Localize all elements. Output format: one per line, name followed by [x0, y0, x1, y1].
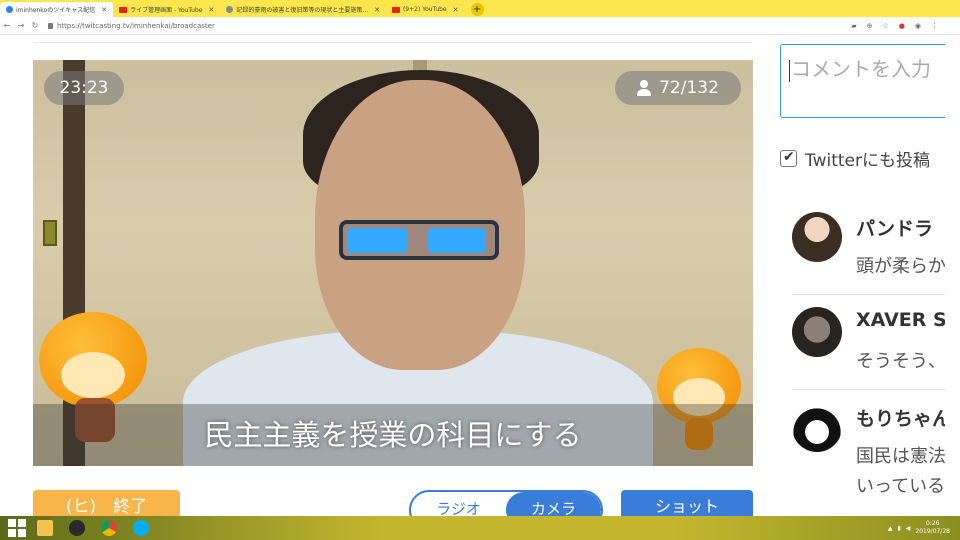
- tab-title: (9+2) YouTube: [402, 6, 447, 13]
- tab-youtube-live[interactable]: ライブ管理画面 - YouTube ✕: [113, 2, 220, 17]
- reload-icon[interactable]: ↻: [28, 21, 42, 30]
- video-scene-lens-right: [428, 228, 486, 253]
- viewer-count-badge: 72/132: [615, 71, 741, 105]
- end-broadcast-button[interactable]: (ヒ) 終了: [33, 490, 180, 516]
- comment-text: 国民は憲法 いっている: [856, 446, 945, 497]
- menu-dots-icon[interactable]: ⋮: [931, 22, 938, 30]
- tab-title: ライブ管理画面 - YouTube: [130, 7, 203, 14]
- back-arrow-icon[interactable]: ←: [0, 21, 14, 30]
- user-avatar[interactable]: [792, 212, 842, 262]
- address-bar[interactable]: https://twitcasting.tv/iminhenkai/broadc…: [48, 19, 851, 32]
- windows-taskbar: ▲ ▮ ◀ 0:26 2019/07/28: [0, 516, 960, 540]
- user-avatar[interactable]: [792, 402, 842, 452]
- twitter-checkbox-label: Twitterにも投稿: [805, 151, 930, 171]
- chrome-icon[interactable]: [96, 517, 122, 539]
- comment-author[interactable]: XAVER S: [856, 309, 945, 331]
- person-icon: [637, 80, 652, 96]
- close-tab-icon[interactable]: ✕: [101, 6, 107, 14]
- tray-arrow-icon[interactable]: ▲: [888, 525, 893, 532]
- comment-placeholder: コメントを入力: [791, 57, 931, 81]
- divider: [34, 42, 752, 43]
- web-favicon-icon: [226, 6, 234, 13]
- forward-arrow-icon[interactable]: →: [14, 21, 28, 30]
- obs-icon[interactable]: [64, 517, 90, 539]
- tab-twitcasting[interactable]: iminhenkoのツイキャス配信 ✕: [0, 2, 114, 17]
- close-tab-icon[interactable]: ✕: [374, 6, 380, 14]
- close-tab-icon[interactable]: ✕: [453, 6, 459, 14]
- user-avatar[interactable]: [792, 307, 842, 357]
- comment-divider: [792, 389, 945, 390]
- youtube-favicon-icon: [119, 6, 128, 13]
- cast-icon[interactable]: ▰: [851, 22, 856, 30]
- comment-divider: [792, 294, 945, 295]
- tab-news[interactable]: 記録的豪雨の被害と復旧策等の現状と主要施策... ✕: [220, 2, 386, 17]
- url-text: https://twitcasting.tv/iminhenkai/broadc…: [57, 21, 215, 30]
- zoom-icon[interactable]: ⊕: [867, 22, 873, 30]
- mode-toggle[interactable]: ラジオ カメラ: [409, 490, 603, 516]
- youtube-favicon-icon: [391, 6, 400, 13]
- file-explorer-icon[interactable]: [32, 517, 58, 539]
- clock-date: 2019/07/28: [915, 528, 950, 535]
- close-tab-icon[interactable]: ✕: [208, 6, 214, 14]
- system-tray: ▲ ▮ ◀ 0:26 2019/07/28: [888, 520, 960, 536]
- bookmark-star-icon[interactable]: ☆: [883, 22, 889, 30]
- tab-youtube[interactable]: (9+2) YouTube ✕: [386, 2, 465, 17]
- tab-title: iminhenkoのツイキャス配信: [16, 7, 96, 14]
- extension-icon[interactable]: ●: [899, 22, 905, 30]
- volume-slider-handle[interactable]: [43, 220, 57, 246]
- network-icon[interactable]: ▮: [897, 525, 900, 532]
- shot-button[interactable]: ショット: [621, 490, 753, 516]
- browser-tab-strip: iminhenkoのツイキャス配信 ✕ ライブ管理画面 - YouTube ✕ …: [0, 0, 960, 17]
- comment-author[interactable]: もりちゃん: [856, 404, 945, 431]
- comment-input[interactable]: コメントを入力: [780, 44, 945, 118]
- radio-mode-option[interactable]: ラジオ: [411, 492, 506, 516]
- elapsed-time-badge: 23:23: [44, 71, 124, 105]
- live-video-preview: 23:23 72/132 民主主義を授業の科目にする: [33, 60, 753, 466]
- volume-icon[interactable]: ◀: [906, 525, 911, 532]
- lock-icon: [48, 22, 53, 29]
- comment-text: そうそう、: [856, 351, 945, 372]
- broadcast-subtitle: 民主主義を授業の科目にする: [204, 418, 582, 452]
- profile-avatar-icon[interactable]: ◉: [915, 22, 921, 30]
- new-tab-button[interactable]: +: [470, 3, 484, 16]
- video-scene-lens-left: [347, 228, 407, 253]
- twitcasting-favicon-icon: [6, 6, 13, 13]
- clock-time: 0:26: [925, 520, 940, 527]
- skype-icon[interactable]: [128, 517, 154, 539]
- comment-text: 頭が柔らか: [856, 256, 945, 277]
- comment-author[interactable]: パンドラ: [856, 214, 933, 241]
- browser-toolbar: ← → ↻ https://twitcasting.tv/iminhenkai/…: [0, 17, 960, 35]
- camera-mode-option[interactable]: カメラ: [506, 492, 601, 516]
- broadcaster-page: 23:23 72/132 民主主義を授業の科目にする (ヒ) 終了 ラジオ カメ…: [0, 36, 945, 516]
- taskbar-clock[interactable]: 0:26 2019/07/28: [915, 520, 950, 536]
- twitter-checkbox[interactable]: [780, 149, 797, 167]
- viewer-count: 72/132: [659, 78, 719, 98]
- tab-title: 記録的豪雨の被害と復旧策等の現状と主要施策...: [236, 7, 369, 14]
- twitter-post-option[interactable]: Twitterにも投稿: [780, 146, 930, 171]
- text-caret: [789, 59, 790, 82]
- windows-start-icon[interactable]: [8, 519, 26, 537]
